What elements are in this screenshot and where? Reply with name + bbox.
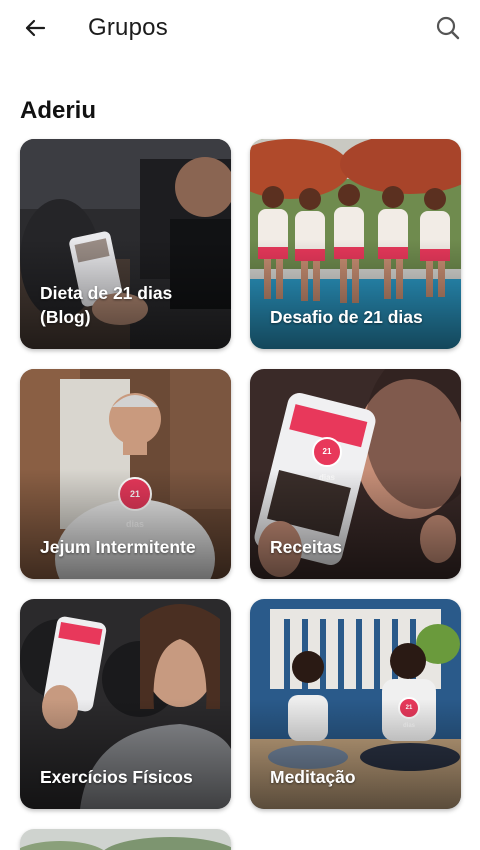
- group-image: [20, 829, 231, 850]
- group-card-jejum[interactable]: 21 dias Jejum Intermitente: [20, 369, 231, 579]
- group-card-partial[interactable]: [20, 829, 231, 850]
- group-label: Dieta de 21 dias (Blog): [40, 283, 173, 327]
- image-shade: [250, 699, 461, 809]
- app-header: Grupos: [0, 0, 480, 60]
- group-card-desafio[interactable]: Desafio de 21 dias: [250, 139, 461, 349]
- brand-badge: 21 dias: [312, 437, 342, 482]
- group-card-exercicios[interactable]: Exercícios Físicos: [20, 599, 231, 809]
- back-button[interactable]: [16, 10, 54, 46]
- group-card-receitas[interactable]: 21 dias Receitas: [250, 369, 461, 579]
- arrow-left-icon: [25, 19, 46, 37]
- section-title-joined: Aderiu: [20, 97, 97, 124]
- image-shade: [20, 469, 231, 579]
- search-icon: [436, 16, 460, 40]
- image-shade: [250, 469, 461, 579]
- group-card-dieta[interactable]: Dieta de 21 dias (Blog): [20, 139, 231, 349]
- page-title: Grupos: [88, 14, 168, 41]
- image-shade: [20, 699, 231, 809]
- group-label: Receitas: [270, 537, 342, 557]
- image-shade: [250, 239, 461, 349]
- group-card-meditacao[interactable]: 21 dias Meditação: [250, 599, 461, 809]
- group-label: Meditação: [270, 767, 356, 787]
- search-button[interactable]: [430, 10, 466, 46]
- group-label: Jejum Intermitente: [40, 537, 196, 557]
- group-label: Exercícios Físicos: [40, 767, 193, 787]
- group-label: Desafio de 21 dias: [270, 307, 423, 327]
